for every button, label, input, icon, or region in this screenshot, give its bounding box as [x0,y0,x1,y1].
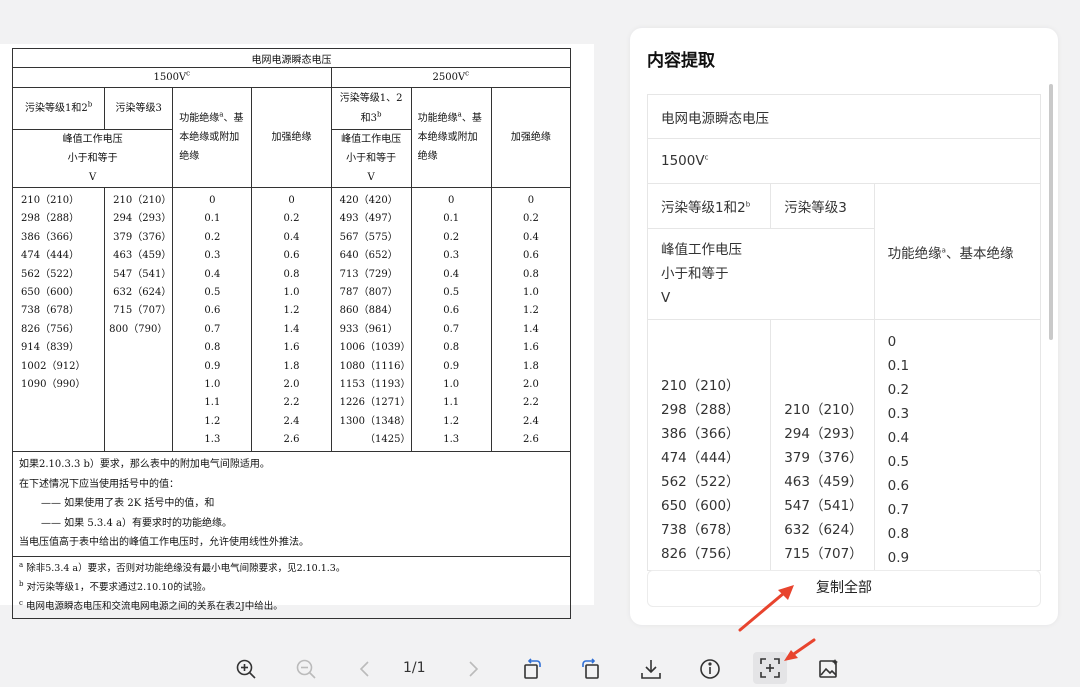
data-col-functional-1: 0 0.1 0.2 0.3 0.4 0.5 0.6 0.7 0.8 0.9 1.… [172,187,253,452]
table-footnotes: a 除非5.3.4 a）要求，否则对功能绝缘没有最小电气间隙要求，见2.10.1… [12,555,571,619]
col-reinforced-1: 加强绝缘 [251,87,332,188]
table-notes: 如果2.10.3.3 b）要求，那么表中的附加电气间隙适用。 在下述情况下应当使… [12,451,571,557]
panel-scrollbar[interactable] [1049,84,1053,340]
extract-text-icon[interactable] [753,652,787,684]
zoom-out-icon[interactable] [291,654,321,684]
extracted-col-pollution3: 污染等级3 [770,183,875,229]
col-pollution123: 污染等级1、2 和3b [330,87,412,130]
copy-all-button[interactable]: 复制全部 [647,570,1041,607]
col-pollution3: 污染等级3 [104,87,174,130]
download-icon[interactable] [636,654,666,684]
extracted-table-scroll[interactable]: 电网电源瞬态电压 1500Vc 污染等级1和2b 污染等级3 功能绝缘a、基本绝… [647,94,1041,580]
data-col-reinforced-1: 0 0.2 0.4 0.6 0.8 1.0 1.2 1.4 1.6 1.8 2.… [251,187,332,452]
voltage-2500-header: 2500Vc [330,67,572,88]
col-functional-insulation-1: 功能绝缘a、基 本绝缘或附加 绝缘 [172,87,253,188]
extracted-title-cell: 电网电源瞬态电压 [647,94,1041,139]
page-indicator: 1/1 [403,660,426,676]
table-title: 电网电源瞬态电压 [12,48,571,68]
extracted-peak-voltage: 峰值工作电压 小于和等于 V [647,228,875,320]
rotate-left-icon[interactable] [517,654,547,684]
extracted-data-a: 210（210） 298（288） 386（366） 474（444） 562（… [647,319,772,571]
document-image: 电网电源瞬态电压 1500Vc 2500Vc 污染等级1和2b 污染等级3 功能… [0,44,594,619]
extracted-data-c: 0 0.1 0.2 0.3 0.4 0.5 0.6 0.7 0.8 0.9 [873,319,1041,571]
voltage-1500-header: 1500Vc [12,67,332,88]
data-col-reinforced-2: 0 0.2 0.4 0.6 0.8 1.0 1.2 1.4 1.6 1.8 2.… [490,187,572,452]
image-ai-icon[interactable] [814,654,844,684]
col-functional-insulation-2: 功能绝缘a、基 本绝缘或附加 绝缘 [410,87,492,188]
data-col-pollution123: 420（420） 493（497） 567（575） 640（652） 713（… [330,187,412,452]
col-pollution12: 污染等级1和2b [11,87,106,130]
panel-title: 内容提取 [647,51,715,71]
peak-voltage-header-2: 峰值工作电压 小于和等于 V [330,129,412,188]
info-icon[interactable] [695,654,725,684]
annotation-arrow-extract [784,638,816,661]
zoom-in-icon[interactable] [231,654,261,684]
extracted-col-pollution12: 污染等级1和2b [647,183,772,229]
peak-voltage-header: 峰值工作电压 小于和等于 V [11,129,174,188]
extracted-voltage-cell: 1500Vc [647,138,1041,184]
next-page-icon[interactable] [458,654,488,684]
extracted-col-functional: 功能绝缘a、基本绝缘 [873,183,1041,320]
col-reinforced-2: 加强绝缘 [490,87,572,188]
data-col-functional-2: 0 0.1 0.2 0.3 0.4 0.5 0.6 0.7 0.8 0.9 1.… [410,187,492,452]
rotate-right-icon[interactable] [576,654,606,684]
extracted-data-b: 210（210） 294（293） 379（376） 463（459） 547（… [770,319,875,571]
extracted-table: 电网电源瞬态电压 1500Vc 污染等级1和2b 污染等级3 功能绝缘a、基本绝… [647,94,1041,571]
data-col-pollution12: 210（210） 298（288） 386（366） 474（444） 562（… [11,187,106,452]
source-table: 电网电源瞬态电压 1500Vc 2500Vc 污染等级1和2b 污染等级3 功能… [11,48,572,619]
data-col-pollution3: 210（210） 294（293） 379（376） 463（459） 547（… [104,187,174,452]
content-extraction-panel: 内容提取 电网电源瞬态电压 1500Vc 污染等级1和2b 污染等级3 功能绝缘… [630,28,1058,625]
prev-page-icon[interactable] [350,654,380,684]
